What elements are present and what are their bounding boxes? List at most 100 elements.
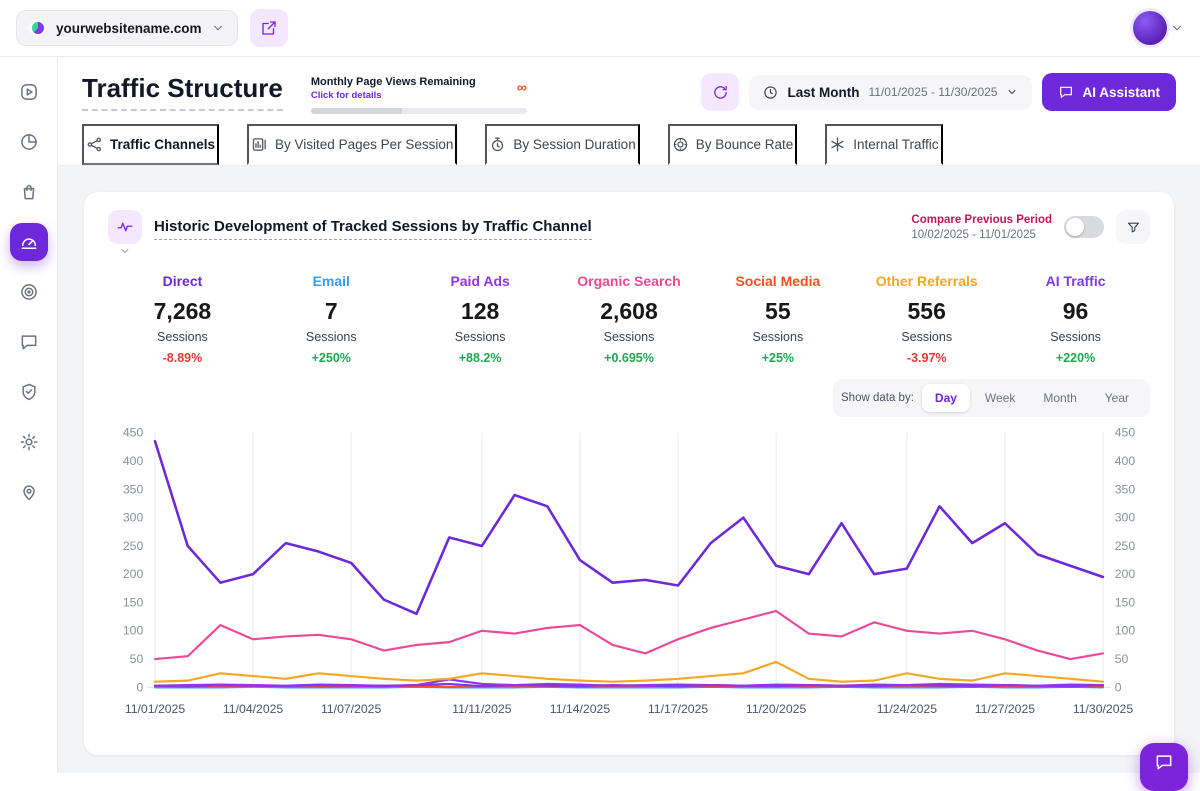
- stat-unit: Sessions: [555, 330, 704, 344]
- toggle-knob: [1066, 218, 1084, 236]
- stopwatch-icon: [489, 136, 506, 153]
- date-range-selector[interactable]: Last Month 11/01/2025 - 11/30/2025: [749, 75, 1032, 110]
- stat-change: +0.695%: [555, 351, 704, 365]
- snowflake-icon: [829, 136, 846, 153]
- quota-value: ∞: [517, 80, 527, 94]
- stat-value: 7: [257, 298, 406, 325]
- svg-text:250: 250: [123, 539, 144, 553]
- svg-text:250: 250: [1115, 539, 1136, 553]
- refresh-icon: [712, 84, 729, 101]
- site-name: yourwebsitename.com: [56, 21, 202, 36]
- granularity-week[interactable]: Week: [972, 384, 1028, 412]
- stat-value: 55: [703, 298, 852, 325]
- tab-internal-traffic[interactable]: Internal Traffic: [825, 124, 942, 165]
- view-tabs: Traffic Channels By Visited Pages Per Ses…: [58, 124, 1200, 166]
- granularity-day[interactable]: Day: [922, 384, 970, 412]
- svg-text:11/17/2025: 11/17/2025: [648, 702, 709, 716]
- gear-icon: [19, 432, 39, 452]
- open-site-button[interactable]: [250, 9, 288, 47]
- site-selector[interactable]: yourwebsitename.com: [16, 10, 238, 46]
- external-link-icon: [260, 19, 278, 37]
- svg-text:350: 350: [123, 482, 144, 496]
- granularity-row: Show data by: DayWeekMonthYear: [108, 379, 1150, 417]
- chevron-down-icon: [211, 21, 225, 35]
- sidebar-item-play-circle[interactable]: [10, 73, 48, 111]
- stat-ai-traffic[interactable]: AI Traffic96Sessions+220%: [1001, 273, 1150, 365]
- stat-change: -3.97%: [852, 351, 1001, 365]
- stat-unit: Sessions: [703, 330, 852, 344]
- quota-progress-fill: [311, 108, 402, 114]
- svg-text:200: 200: [1115, 567, 1136, 581]
- stat-other-referrals[interactable]: Other Referrals556Sessions-3.97%: [852, 273, 1001, 365]
- map-pin-icon: [19, 482, 39, 502]
- tab-label: Traffic Channels: [110, 137, 215, 152]
- chat-icon: [1058, 84, 1074, 100]
- svg-text:400: 400: [1115, 454, 1136, 468]
- sidebar-item-shopping-bag[interactable]: [10, 173, 48, 211]
- stat-change: -8.89%: [108, 351, 257, 365]
- columns-icon: [251, 136, 268, 153]
- filter-icon: [1126, 220, 1141, 235]
- chevron-down-icon: [119, 245, 131, 257]
- sessions-chart[interactable]: 11/01/202511/04/202511/07/202511/11/2025…: [108, 421, 1150, 732]
- svg-text:11/24/2025: 11/24/2025: [877, 702, 938, 716]
- sidebar-item-pie-chart[interactable]: [10, 123, 48, 161]
- granularity-year[interactable]: Year: [1092, 384, 1142, 412]
- ai-assistant-button[interactable]: AI Assistant: [1042, 73, 1176, 111]
- stat-change: +88.2%: [406, 351, 555, 365]
- tab-by-visited-pages-per-session[interactable]: By Visited Pages Per Session: [247, 124, 457, 165]
- chat-bubble-icon: [1154, 752, 1174, 772]
- shopping-bag-icon: [19, 182, 39, 202]
- pie-chart-icon: [19, 132, 39, 152]
- sidebar-item-gear[interactable]: [10, 423, 48, 461]
- stat-channel-name: AI Traffic: [1001, 273, 1150, 289]
- svg-text:450: 450: [1115, 426, 1136, 440]
- granularity-month[interactable]: Month: [1030, 384, 1089, 412]
- svg-text:100: 100: [1115, 624, 1136, 638]
- stat-organic-search[interactable]: Organic Search2,608Sessions+0.695%: [555, 273, 704, 365]
- chat-fab-button[interactable]: [1140, 743, 1188, 791]
- stat-unit: Sessions: [257, 330, 406, 344]
- sidebar-item-shield[interactable]: [10, 373, 48, 411]
- svg-text:100: 100: [123, 624, 144, 638]
- card-header: Historic Development of Tracked Sessions…: [108, 210, 1150, 257]
- series-other-referrals: [155, 662, 1103, 682]
- tab-by-bounce-rate[interactable]: By Bounce Rate: [668, 124, 798, 165]
- svg-text:300: 300: [123, 511, 144, 525]
- quota-progress-bar: [311, 108, 527, 114]
- compare-label: Compare Previous Period: [911, 214, 1052, 226]
- compare-toggle[interactable]: [1064, 216, 1104, 238]
- share-nodes-icon: [86, 136, 103, 153]
- tab-by-session-duration[interactable]: By Session Duration: [485, 124, 639, 165]
- stat-change: +250%: [257, 351, 406, 365]
- sidebar-item-chat[interactable]: [10, 323, 48, 361]
- stat-paid-ads[interactable]: Paid Ads128Sessions+88.2%: [406, 273, 555, 365]
- line-chart-svg: 11/01/202511/04/202511/07/202511/11/2025…: [108, 421, 1150, 727]
- stat-value: 96: [1001, 298, 1150, 325]
- refresh-button[interactable]: [701, 73, 739, 111]
- tab-traffic-channels[interactable]: Traffic Channels: [82, 124, 219, 165]
- sidebar-item-speedometer[interactable]: [10, 223, 48, 261]
- series-organic-search: [155, 611, 1103, 659]
- stat-social-media[interactable]: Social Media55Sessions+25%: [703, 273, 852, 365]
- chart-pulse-icon[interactable]: [108, 210, 142, 244]
- account-menu[interactable]: [1133, 11, 1184, 45]
- content: Historic Development of Tracked Sessions…: [58, 166, 1200, 773]
- stat-channel-name: Organic Search: [555, 273, 704, 289]
- quota-details-link[interactable]: Click for details: [311, 90, 476, 101]
- svg-text:11/27/2025: 11/27/2025: [975, 702, 1036, 716]
- svg-text:50: 50: [1115, 652, 1129, 666]
- tab-label: By Session Duration: [513, 137, 635, 152]
- stat-email[interactable]: Email7Sessions+250%: [257, 273, 406, 365]
- sidebar-item-target[interactable]: [10, 273, 48, 311]
- sidebar-item-map-pin[interactable]: [10, 473, 48, 511]
- chevron-down-icon: [1006, 86, 1018, 98]
- app-shell: Traffic Structure Monthly Page Views Rem…: [0, 57, 1200, 773]
- avatar: [1133, 11, 1167, 45]
- period-label: Last Month: [787, 85, 859, 100]
- filter-button[interactable]: [1116, 210, 1150, 244]
- stat-direct[interactable]: Direct7,268Sessions-8.89%: [108, 273, 257, 365]
- header-actions: Last Month 11/01/2025 - 11/30/2025 AI As…: [701, 73, 1176, 111]
- stat-change: +25%: [703, 351, 852, 365]
- svg-text:150: 150: [1115, 595, 1136, 609]
